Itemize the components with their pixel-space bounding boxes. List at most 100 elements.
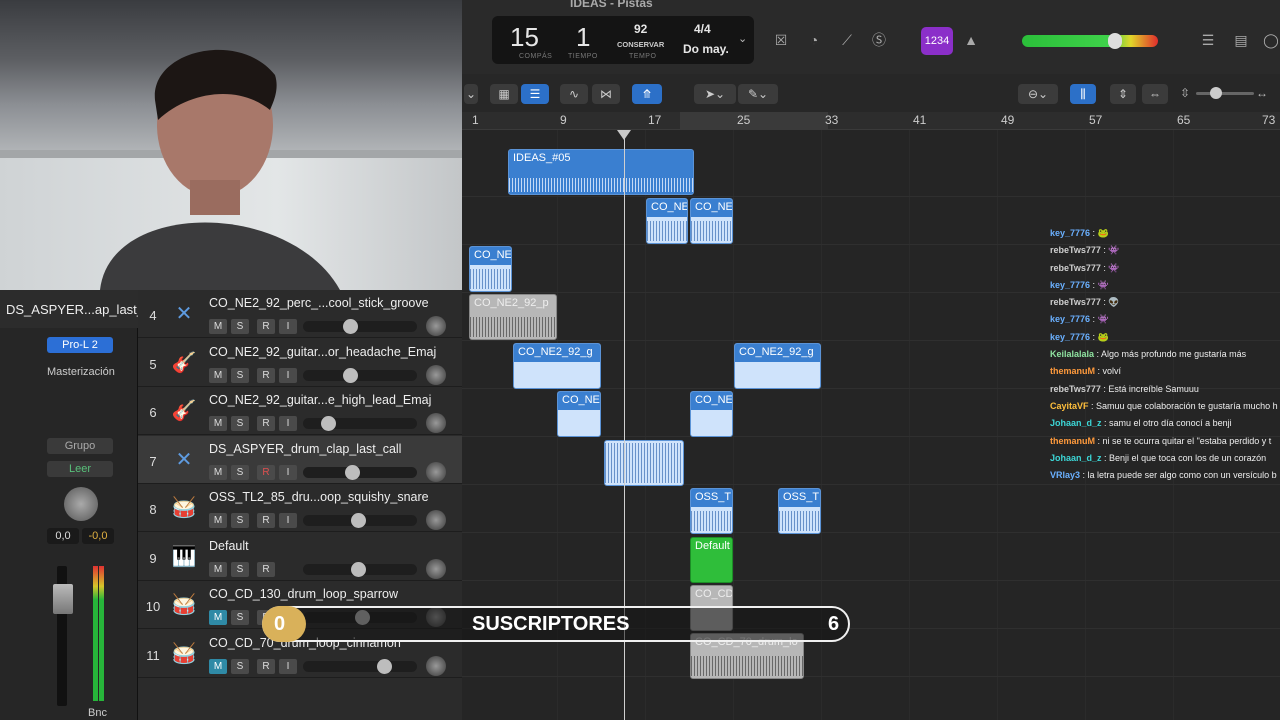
zoom-slider[interactable]: [1196, 92, 1254, 95]
track-name[interactable]: CO_NE2_92_guitar...or_headache_Emaj: [209, 345, 459, 359]
horizontal-zoom-icon[interactable]: ⇔: [1142, 84, 1168, 104]
track-volume-slider[interactable]: [303, 416, 417, 431]
track-name[interactable]: Default: [209, 539, 459, 553]
input-monitor-button[interactable]: I: [279, 658, 297, 674]
track-volume-slider[interactable]: [303, 658, 417, 674]
track-pan-knob[interactable]: [426, 558, 446, 579]
cycle-region[interactable]: [680, 112, 828, 130]
audio-region[interactable]: OSS_T: [690, 488, 733, 534]
audio-region[interactable]: OSS_T: [778, 488, 821, 534]
track-header[interactable]: 5 🎸 CO_NE2_92_guitar...or_headache_Emaj M S R…: [138, 339, 462, 387]
input-monitor-button[interactable]: I: [279, 416, 297, 431]
group-button[interactable]: Grupo: [47, 438, 113, 454]
notepad-icon[interactable]: ▤: [1228, 27, 1254, 53]
track-header[interactable]: 6 🎸 CO_NE2_92_guitar...e_high_lead_Emaj M S R…: [138, 387, 462, 435]
solo-icon[interactable]: Ⓢ: [866, 27, 892, 53]
track-header[interactable]: 7 ✕ DS_ASPYER_drum_clap_last_call M S R I: [138, 435, 462, 484]
track-header[interactable]: 4 ✕ CO_NE2_92_perc_...cool_stick_groove M S R…: [138, 290, 462, 338]
track-pan-knob[interactable]: [426, 316, 446, 336]
mute-button[interactable]: M: [209, 416, 227, 431]
track-pan-knob[interactable]: [426, 655, 446, 676]
track-header[interactable]: 9 🎹 Default M S R: [138, 533, 462, 581]
automation-icon[interactable]: ∿: [560, 84, 588, 104]
mute-button[interactable]: M: [209, 464, 227, 480]
solo-button[interactable]: S: [231, 610, 249, 625]
mute-button[interactable]: M: [209, 513, 227, 528]
track-header[interactable]: 8 🥁 OSS_TL2_85_dru...oop_squishy_snare M S R I: [138, 484, 462, 532]
mute-button[interactable]: M: [209, 561, 227, 577]
solo-button[interactable]: S: [231, 416, 249, 431]
volume-fader[interactable]: [53, 584, 73, 614]
track-volume-slider[interactable]: [303, 367, 417, 383]
track-name[interactable]: OSS_TL2_85_dru...oop_squishy_snare: [209, 490, 459, 504]
playhead-handle[interactable]: [617, 130, 631, 140]
lcd-display[interactable]: 15 1 COMPÁS TIEMPO 92 CONSERVAR TEMPO 4/…: [492, 16, 754, 64]
flex-icon[interactable]: ⋈: [592, 84, 620, 104]
pencil-tool-icon[interactable]: ✎⌄: [738, 84, 778, 104]
audio-region[interactable]: CO_NE: [557, 391, 601, 437]
smart-quantize-icon[interactable]: ⊖⌄: [1018, 84, 1058, 104]
chevron-down-icon[interactable]: ⌄: [738, 32, 747, 45]
solo-button[interactable]: S: [231, 561, 249, 577]
track-name[interactable]: CO_NE2_92_guitar...e_high_lead_Emaj: [209, 393, 459, 407]
record-arm-button[interactable]: R: [257, 513, 275, 528]
close-square-icon[interactable]: ☒: [768, 27, 794, 53]
track-name[interactable]: CO_CD_130_drum_loop_sparrow: [209, 587, 459, 601]
audio-region[interactable]: CO_NE: [469, 246, 512, 292]
mute-button[interactable]: M: [209, 610, 227, 625]
track-volume-knob[interactable]: [343, 367, 358, 383]
zoom-slider-knob[interactable]: [1210, 87, 1222, 99]
count-in-button[interactable]: 1234: [921, 27, 953, 55]
solo-button[interactable]: S: [231, 658, 249, 674]
master-volume-knob[interactable]: [1108, 33, 1122, 49]
midi-region[interactable]: Default: [690, 537, 733, 583]
input-monitor-button[interactable]: I: [279, 513, 297, 528]
record-arm-button[interactable]: R: [257, 319, 275, 334]
vertical-zoom-icon[interactable]: ⇕: [1110, 84, 1136, 104]
record-arm-button[interactable]: R: [257, 464, 275, 480]
browser-search-icon[interactable]: ◯: [1258, 27, 1280, 53]
list-editors-icon[interactable]: ☰: [1195, 27, 1221, 53]
metronome-dial-icon[interactable]: ◔: [801, 27, 827, 53]
track-volume-slider[interactable]: [303, 561, 417, 577]
track-name[interactable]: DS_ASPYER_drum_clap_last_call: [209, 442, 459, 456]
solo-button[interactable]: S: [231, 319, 249, 334]
solo-button[interactable]: S: [231, 513, 249, 528]
audio-region[interactable]: CO_NE: [646, 198, 688, 244]
bar-ruler[interactable]: [462, 112, 1280, 130]
catch-playhead-icon[interactable]: ⤊: [632, 84, 662, 104]
plugin-slot[interactable]: Pro-L 2: [47, 337, 113, 353]
record-arm-button[interactable]: R: [257, 416, 275, 431]
record-arm-button[interactable]: R: [257, 658, 275, 674]
mute-button[interactable]: M: [209, 367, 227, 383]
audio-region[interactable]: CO_NE: [690, 391, 733, 437]
track-volume-slider[interactable]: [303, 464, 417, 480]
track-pan-knob[interactable]: [426, 510, 446, 530]
track-volume-slider[interactable]: [303, 513, 417, 528]
mute-button[interactable]: M: [209, 658, 227, 674]
input-monitor-button[interactable]: I: [279, 319, 297, 334]
master-volume-slider[interactable]: [1022, 35, 1158, 47]
audio-region[interactable]: CO_NE2_92_p: [469, 294, 557, 340]
track-volume-knob[interactable]: [321, 416, 336, 431]
audio-region[interactable]: IDEAS_#05: [508, 149, 694, 195]
list-view-icon[interactable]: ☰: [521, 84, 549, 104]
chevron-down-icon[interactable]: ⌄: [464, 84, 478, 104]
record-arm-button[interactable]: R: [257, 367, 275, 383]
audio-region[interactable]: CO_NE2_92_g: [734, 343, 821, 389]
pointer-tool-icon[interactable]: ➤⌄: [694, 84, 736, 104]
track-pan-knob[interactable]: [426, 413, 446, 433]
record-arm-button[interactable]: R: [257, 561, 275, 577]
audio-region[interactable]: CO_NE2_92_g: [513, 343, 601, 389]
track-volume-knob[interactable]: [351, 513, 366, 528]
automation-read-button[interactable]: Leer: [47, 461, 113, 477]
track-name[interactable]: CO_NE2_92_perc_...cool_stick_groove: [209, 296, 459, 310]
bounce-button[interactable]: Bnc: [88, 707, 107, 719]
waveform-zoom-icon[interactable]: ⫼: [1070, 84, 1096, 104]
solo-button[interactable]: S: [231, 464, 249, 480]
input-monitor-button[interactable]: I: [279, 367, 297, 383]
track-volume-knob[interactable]: [377, 658, 392, 674]
audio-region[interactable]: CO_NE: [690, 198, 733, 244]
metronome-icon[interactable]: ▲: [958, 27, 984, 53]
grid-view-icon[interactable]: ▦: [490, 84, 518, 104]
